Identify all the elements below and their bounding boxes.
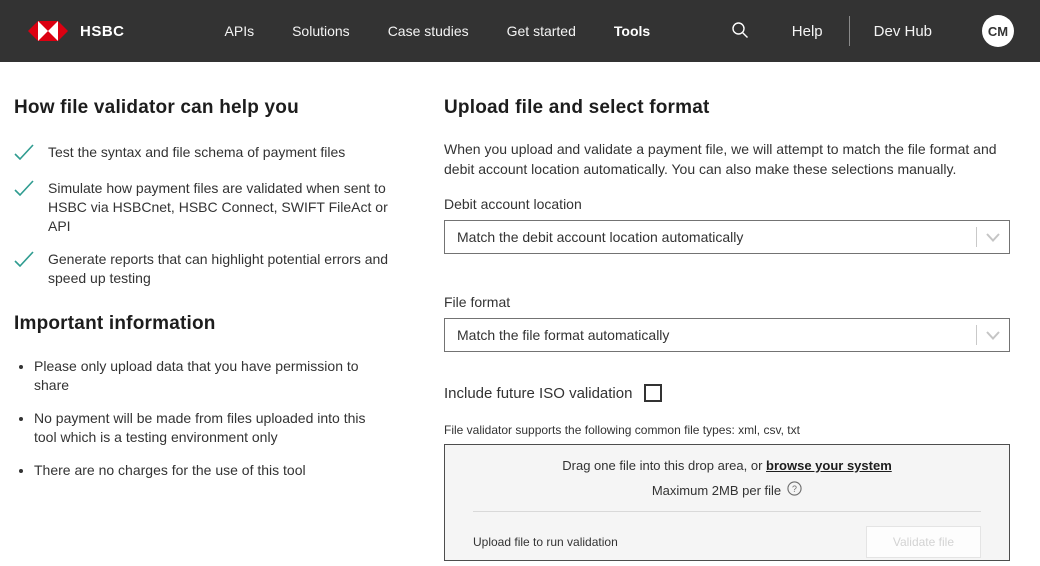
svg-text:?: ? xyxy=(792,484,797,494)
nav-divider xyxy=(848,16,850,46)
dev-hub-link[interactable]: Dev Hub xyxy=(874,23,932,40)
top-nav-bar: HSBC APIs Solutions Case studies Get sta… xyxy=(0,0,1040,62)
file-format-select[interactable]: Match the file format automatically xyxy=(444,318,1010,352)
main-content: How file validator can help you Test the… xyxy=(0,62,1040,561)
file-format-label: File format xyxy=(444,294,511,310)
help-icon[interactable]: ? xyxy=(787,481,802,499)
nav-item-apis[interactable]: APIs xyxy=(225,23,255,39)
list-item: Generate reports that can highlight pote… xyxy=(14,250,396,288)
list-item: No payment will be made from files uploa… xyxy=(34,409,386,447)
benefits-heading: How file validator can help you xyxy=(14,97,299,118)
file-dropzone[interactable]: Drag one file into this drop area, or br… xyxy=(444,444,1010,561)
important-info-heading: Important information xyxy=(14,313,216,334)
debit-account-value: Match the debit account location automat… xyxy=(457,229,744,245)
validate-file-button[interactable]: Validate file xyxy=(865,526,981,558)
browse-system-link[interactable]: browse your system xyxy=(766,458,892,473)
max-size-row: Maximum 2MB per file ? xyxy=(473,481,981,499)
dropzone-divider xyxy=(473,511,981,512)
iso-validation-row: Include future ISO validation xyxy=(444,384,1010,402)
iso-validation-label: Include future ISO validation xyxy=(444,384,633,402)
iso-validation-checkbox[interactable] xyxy=(644,384,663,402)
brand[interactable]: HSBC xyxy=(28,21,125,41)
nav-item-case-studies[interactable]: Case studies xyxy=(388,23,469,39)
help-link[interactable]: Help xyxy=(792,23,823,40)
header-right: Help Dev Hub CM xyxy=(726,15,1014,47)
brand-wordmark: HSBC xyxy=(80,22,125,40)
important-info-list: Please only upload data that you have pe… xyxy=(14,357,386,480)
benefit-text: Generate reports that can highlight pote… xyxy=(48,251,389,286)
search-icon xyxy=(730,20,750,43)
user-avatar[interactable]: CM xyxy=(982,15,1014,47)
debit-account-label: Debit account location xyxy=(444,196,582,212)
upload-description: When you upload and validate a payment f… xyxy=(444,141,997,177)
file-types-note: File validator supports the following co… xyxy=(444,423,800,437)
nav-item-tools[interactable]: Tools xyxy=(614,23,650,39)
benefit-text: Simulate how payment files are validated… xyxy=(48,180,388,234)
search-button[interactable] xyxy=(726,16,754,47)
list-item: Test the syntax and file schema of payme… xyxy=(14,143,396,165)
check-icon xyxy=(14,251,34,288)
benefits-list: Test the syntax and file schema of payme… xyxy=(14,143,444,288)
file-format-value: Match the file format automatically xyxy=(457,327,670,343)
debit-account-select[interactable]: Match the debit account location automat… xyxy=(444,220,1010,254)
upload-heading: Upload file and select format xyxy=(444,97,710,118)
upload-panel: Upload file and select format When you u… xyxy=(444,97,1010,561)
nav-item-solutions[interactable]: Solutions xyxy=(292,23,350,39)
dropzone-instruction: Drag one file into this drop area, or br… xyxy=(473,458,981,473)
primary-nav: APIs Solutions Case studies Get started … xyxy=(225,23,651,39)
dropzone-instruction-text: Drag one file into this drop area, or xyxy=(562,458,767,473)
check-icon xyxy=(14,180,34,236)
list-item: Simulate how payment files are validated… xyxy=(14,179,396,236)
upload-hint-text: Upload file to run validation xyxy=(473,535,618,549)
benefit-text: Test the syntax and file schema of payme… xyxy=(48,144,346,160)
nav-item-get-started[interactable]: Get started xyxy=(507,23,576,39)
info-panel: How file validator can help you Test the… xyxy=(14,97,444,561)
list-item: There are no charges for the use of this… xyxy=(34,461,386,480)
hsbc-logo-icon xyxy=(28,21,68,41)
list-item: Please only upload data that you have pe… xyxy=(34,357,386,395)
max-size-text: Maximum 2MB per file xyxy=(651,482,782,498)
dropzone-footer: Upload file to run validation Validate f… xyxy=(473,526,981,558)
check-icon xyxy=(14,144,34,165)
chevron-down-icon xyxy=(977,330,1009,340)
chevron-down-icon xyxy=(977,232,1009,242)
